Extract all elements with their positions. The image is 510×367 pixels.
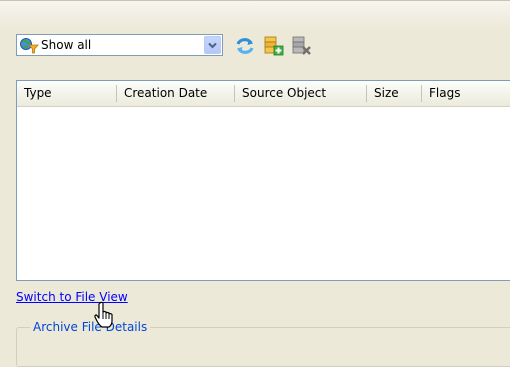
- top-separator: [0, 0, 510, 1]
- column-header-type[interactable]: Type: [17, 81, 117, 106]
- column-header-source-object[interactable]: Source Object: [235, 81, 367, 106]
- filter-select[interactable]: Show all: [16, 34, 223, 56]
- refresh-icon[interactable]: [234, 35, 256, 57]
- chevron-down-icon[interactable]: [204, 36, 221, 54]
- filter-select-value: Show all: [41, 38, 92, 52]
- column-header-size[interactable]: Size: [367, 81, 422, 106]
- delete-archive-icon[interactable]: [290, 35, 312, 57]
- list-header: Type Creation Date Source Object Size Fl…: [17, 81, 510, 107]
- archive-file-details-legend: Archive File Details: [30, 320, 151, 334]
- column-header-flags[interactable]: Flags: [422, 81, 510, 106]
- archive-list[interactable]: Type Creation Date Source Object Size Fl…: [16, 80, 510, 281]
- archive-panel: Show all Type Creation Date Source Objec…: [0, 0, 510, 367]
- switch-to-file-view-link[interactable]: Switch to File View: [16, 290, 128, 304]
- add-archive-icon[interactable]: [262, 35, 284, 57]
- column-header-creation-date[interactable]: Creation Date: [117, 81, 235, 106]
- globe-filter-icon: [19, 36, 39, 54]
